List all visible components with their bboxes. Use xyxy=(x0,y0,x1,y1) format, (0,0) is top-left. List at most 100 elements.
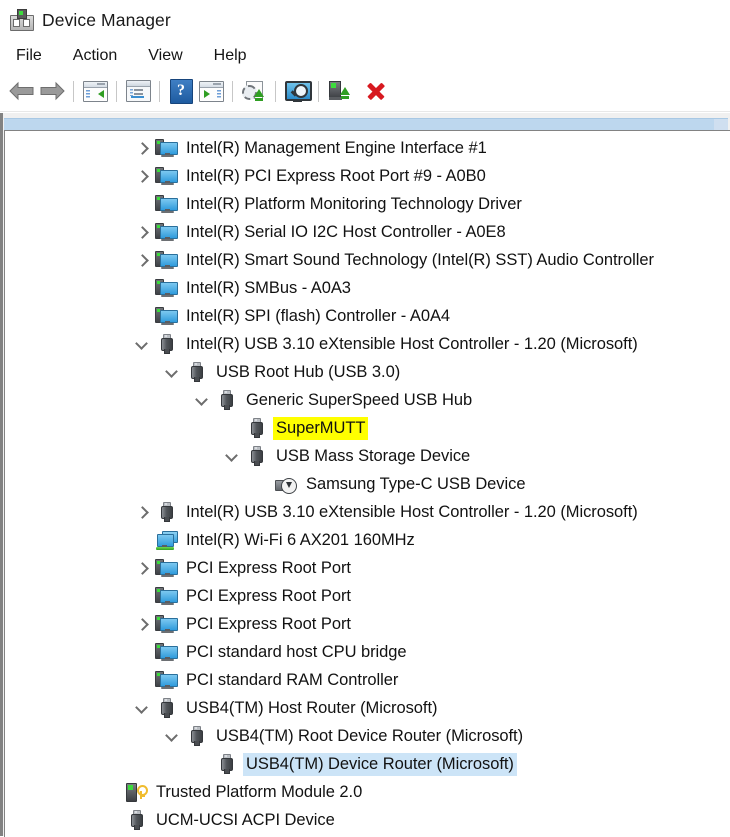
tree-item-label[interactable]: Trusted Platform Module 2.0 xyxy=(153,781,365,804)
back-button[interactable] xyxy=(7,76,37,106)
console-tree-icon xyxy=(82,80,108,102)
device-tree: Intel(R) Management Engine Interface #1 I… xyxy=(5,131,730,834)
tree-item[interactable]: Intel(R) Platform Monitoring Technology … xyxy=(5,190,730,218)
tree-item-label[interactable]: Intel(R) SPI (flash) Controller - A0A4 xyxy=(183,305,453,328)
tree-item-label[interactable]: USB Mass Storage Device xyxy=(273,445,473,468)
menu-action[interactable]: Action xyxy=(70,45,120,67)
tree-item-label[interactable]: PCI Express Root Port xyxy=(183,613,354,636)
chevron-right-icon[interactable] xyxy=(133,610,154,638)
chevron-down-icon[interactable] xyxy=(163,722,184,750)
forward-button[interactable] xyxy=(37,76,67,106)
usb-icon xyxy=(184,360,208,384)
menu-help[interactable]: Help xyxy=(211,45,250,67)
chevron-right-icon[interactable] xyxy=(133,498,154,526)
tree-item-label[interactable]: PCI standard RAM Controller xyxy=(183,669,401,692)
computer-icon xyxy=(154,612,178,636)
chevron-right-icon[interactable] xyxy=(133,162,154,190)
chevron-placeholder xyxy=(133,190,154,218)
chevron-down-icon[interactable] xyxy=(133,694,154,722)
help-icon: ? xyxy=(169,78,193,104)
tree-item[interactable]: SuperMUTT xyxy=(5,414,730,442)
toolbar: ? xyxy=(0,71,730,112)
tree-item[interactable]: Intel(R) SMBus - A0A3 xyxy=(5,274,730,302)
scrollbar-arrow[interactable] xyxy=(714,119,728,130)
tree-item-label[interactable]: Intel(R) Platform Monitoring Technology … xyxy=(183,193,525,216)
tree-item-label[interactable]: USB4(TM) Root Device Router (Microsoft) xyxy=(213,725,526,748)
uninstall-device-button[interactable] xyxy=(361,76,391,106)
tree-item-label[interactable]: Intel(R) Wi-Fi 6 AX201 160MHz xyxy=(183,529,418,552)
tree-item[interactable]: PCI Express Root Port xyxy=(5,610,730,638)
chevron-down-icon[interactable] xyxy=(193,386,214,414)
tree-item-label[interactable]: SuperMUTT xyxy=(273,416,369,440)
horizontal-scrollbar[interactable] xyxy=(4,118,728,130)
tree-item[interactable]: Intel(R) USB 3.10 eXtensible Host Contro… xyxy=(5,330,730,358)
chevron-right-icon[interactable] xyxy=(133,134,154,162)
usb-icon xyxy=(154,500,178,524)
tree-item-label[interactable]: USB4(TM) Host Router (Microsoft) xyxy=(183,697,440,720)
tree-item[interactable]: USB Mass Storage Device xyxy=(5,442,730,470)
tree-item-label[interactable]: Intel(R) Management Engine Interface #1 xyxy=(183,137,490,160)
tree-item[interactable]: Trusted Platform Module 2.0 xyxy=(5,778,730,806)
tree-item[interactable]: Intel(R) Smart Sound Technology (Intel(R… xyxy=(5,246,730,274)
menu-view[interactable]: View xyxy=(145,45,185,67)
chevron-placeholder xyxy=(133,274,154,302)
tree-item[interactable]: PCI Express Root Port xyxy=(5,554,730,582)
scan-hardware-changes-button[interactable] xyxy=(239,76,269,106)
tree-item[interactable]: Samsung Type-C USB Device xyxy=(5,470,730,498)
tree-item-label[interactable]: USB Root Hub (USB 3.0) xyxy=(213,361,403,384)
tree-item[interactable]: USB4(TM) Device Router (Microsoft) xyxy=(5,750,730,778)
tree-item[interactable]: PCI Express Root Port xyxy=(5,582,730,610)
tree-item[interactable]: PCI standard RAM Controller xyxy=(5,666,730,694)
display-view-button[interactable] xyxy=(282,76,312,106)
chevron-right-icon[interactable] xyxy=(133,246,154,274)
tree-item[interactable]: UCM-UCSI ACPI Device xyxy=(5,806,730,834)
chevron-down-icon[interactable] xyxy=(223,442,244,470)
enable-device-icon xyxy=(329,80,351,102)
chevron-right-icon[interactable] xyxy=(133,554,154,582)
tree-item-label[interactable]: Intel(R) USB 3.10 eXtensible Host Contro… xyxy=(183,333,641,356)
tree-item[interactable]: Generic SuperSpeed USB Hub xyxy=(5,386,730,414)
tree-item-label[interactable]: USB4(TM) Device Router (Microsoft) xyxy=(243,752,517,776)
tree-item-label[interactable]: Samsung Type-C USB Device xyxy=(303,473,528,496)
chevron-down-icon[interactable] xyxy=(133,330,154,358)
chevron-down-icon[interactable] xyxy=(163,358,184,386)
tree-item[interactable]: PCI standard host CPU bridge xyxy=(5,638,730,666)
toolbar-separator xyxy=(275,80,276,102)
tree-item[interactable]: USB4(TM) Root Device Router (Microsoft) xyxy=(5,722,730,750)
tree-item[interactable]: Intel(R) PCI Express Root Port #9 - A0B0 xyxy=(5,162,730,190)
chevron-placeholder xyxy=(253,470,274,498)
enable-device-button[interactable] xyxy=(325,76,355,106)
tree-item-label[interactable]: Intel(R) USB 3.10 eXtensible Host Contro… xyxy=(183,501,641,524)
properties-button[interactable] xyxy=(123,76,153,106)
chevron-right-icon[interactable] xyxy=(133,218,154,246)
tree-item[interactable]: USB4(TM) Host Router (Microsoft) xyxy=(5,694,730,722)
device-manager-icon xyxy=(9,8,34,32)
tree-item-label[interactable]: Intel(R) Serial IO I2C Host Controller -… xyxy=(183,221,509,244)
show-hide-console-tree-button[interactable] xyxy=(80,76,110,106)
usb-icon xyxy=(154,332,178,356)
computer-icon xyxy=(154,640,178,664)
update-driver-button[interactable] xyxy=(196,76,226,106)
tree-item-label[interactable]: PCI Express Root Port xyxy=(183,585,354,608)
tree-item[interactable]: Intel(R) SPI (flash) Controller - A0A4 xyxy=(5,302,730,330)
computer-icon xyxy=(154,276,178,300)
tree-item-label[interactable]: Generic SuperSpeed USB Hub xyxy=(243,389,475,412)
tree-item[interactable]: Intel(R) Management Engine Interface #1 xyxy=(5,134,730,162)
tree-item[interactable]: USB Root Hub (USB 3.0) xyxy=(5,358,730,386)
computer-icon xyxy=(154,556,178,580)
tree-item-label[interactable]: UCM-UCSI ACPI Device xyxy=(153,809,338,832)
tree-item-label[interactable]: PCI standard host CPU bridge xyxy=(183,641,410,664)
tree-item[interactable]: Intel(R) USB 3.10 eXtensible Host Contro… xyxy=(5,498,730,526)
tree-item-label[interactable]: Intel(R) PCI Express Root Port #9 - A0B0 xyxy=(183,165,489,188)
tree-item-label[interactable]: Intel(R) Smart Sound Technology (Intel(R… xyxy=(183,249,657,272)
computer-icon xyxy=(154,304,178,328)
tree-item[interactable]: Intel(R) Serial IO I2C Host Controller -… xyxy=(5,218,730,246)
help-button[interactable]: ? xyxy=(166,76,196,106)
tree-item[interactable]: Intel(R) Wi-Fi 6 AX201 160MHz xyxy=(5,526,730,554)
toolbar-separator xyxy=(73,80,74,102)
computer-icon xyxy=(154,220,178,244)
tree-item-label[interactable]: PCI Express Root Port xyxy=(183,557,354,580)
panel-left-border xyxy=(0,113,3,836)
menu-file[interactable]: File xyxy=(13,45,45,67)
tree-item-label[interactable]: Intel(R) SMBus - A0A3 xyxy=(183,277,354,300)
